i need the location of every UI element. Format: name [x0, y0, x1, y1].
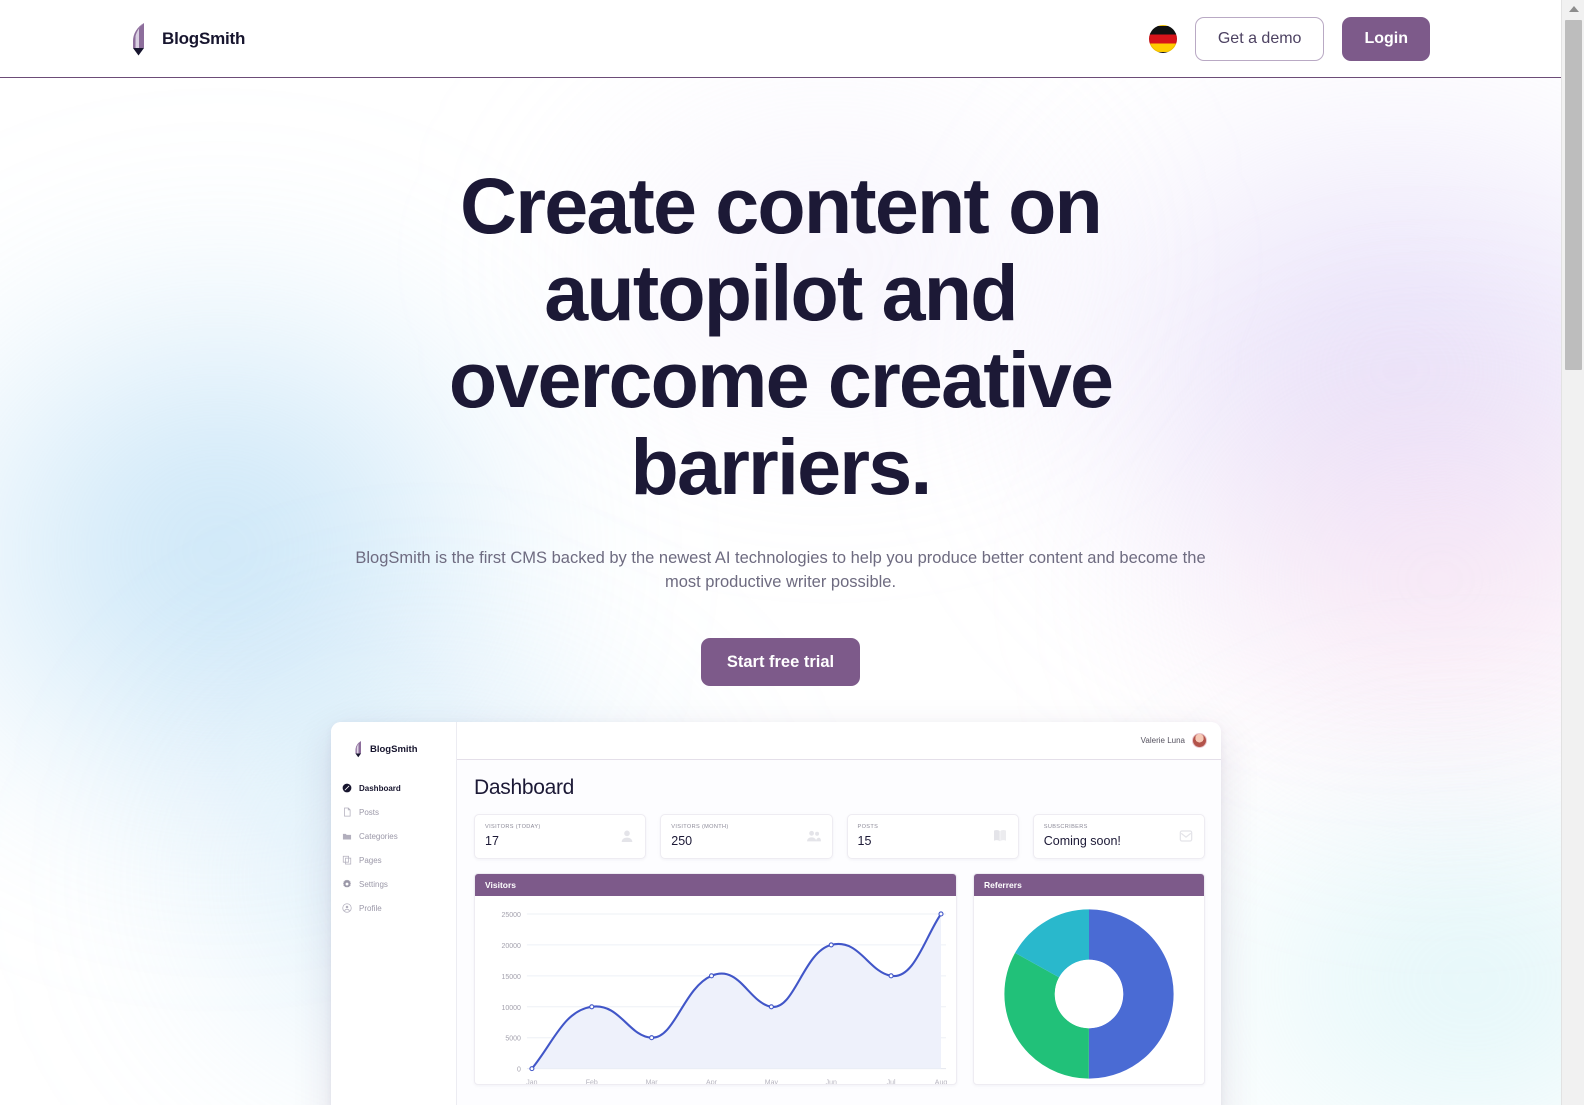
- svg-text:Feb: Feb: [586, 1080, 598, 1085]
- dashboard-content: Dashboard VISITORS (TODAY) 17 VISITORS (…: [457, 760, 1221, 1085]
- book-icon: [993, 830, 1006, 842]
- stat-card-value: 15: [857, 834, 872, 848]
- stat-card-label: VISITORS (MONTH): [671, 824, 729, 830]
- site-header: BlogSmith Get a demo Login: [0, 0, 1561, 78]
- sidebar-item-label: Posts: [359, 807, 380, 817]
- gear-icon: [343, 879, 351, 888]
- dashboard-topbar: Valerie Luna: [457, 722, 1221, 760]
- page-viewport: BlogSmith Get a demo Login Create conten…: [0, 0, 1561, 1105]
- stat-card-text: SUBSCRIBERS Coming soon!: [1044, 824, 1121, 848]
- header-actions: Get a demo Login: [1148, 16, 1430, 61]
- sidebar-item-dashboard[interactable]: Dashboard: [331, 776, 456, 800]
- visitors-chart-body: 25000 20000 15000 10000 5000 0 Jan Feb M…: [475, 896, 956, 1085]
- person-icon: [621, 830, 633, 842]
- sidebar-item-label: Categories: [359, 831, 398, 841]
- folder-icon: [342, 833, 352, 840]
- referrers-chart-body: [974, 896, 1204, 1084]
- dashboard-brand-name: BlogSmith: [370, 743, 418, 755]
- dashboard-main: Valerie Luna Dashboard VISITORS (TODAY) …: [457, 722, 1221, 1105]
- svg-text:May: May: [765, 1080, 779, 1085]
- chart-x-axis-labels: Jan Feb Mar Apr May Jun Jul Aug: [526, 1080, 948, 1085]
- german-flag-icon[interactable]: [1148, 24, 1177, 53]
- scrollbar-thumb[interactable]: [1565, 20, 1582, 370]
- svg-text:10000: 10000: [502, 1005, 522, 1012]
- dashboard-icon: [342, 783, 352, 793]
- copy-icon: [342, 855, 352, 865]
- sidebar-item-profile[interactable]: Profile: [331, 896, 456, 920]
- visitors-panel: Visitors 25000 20000 15000 10000 5000 0 …: [474, 873, 957, 1085]
- people-icon: [806, 830, 821, 842]
- file-icon: [344, 807, 351, 817]
- login-button[interactable]: Login: [1342, 16, 1430, 61]
- stat-card-text: VISITORS (MONTH) 250: [671, 824, 728, 848]
- start-free-trial-button[interactable]: Start free trial: [700, 638, 861, 686]
- svg-text:Jul: Jul: [887, 1080, 896, 1085]
- stat-card-text: POSTS 15: [858, 824, 879, 848]
- donut-hole: [1054, 959, 1124, 1029]
- stat-card-row: VISITORS (TODAY) 17 VISITORS (MONTH) 250…: [474, 814, 1205, 859]
- svg-text:20000: 20000: [502, 943, 522, 950]
- sidebar-item-categories[interactable]: Categories: [331, 824, 456, 848]
- sidebar-item-label: Dashboard: [359, 783, 401, 793]
- sidebar-item-pages[interactable]: Pages: [331, 848, 456, 872]
- sidebar-item-posts[interactable]: Posts: [331, 800, 456, 824]
- brand-logo-link[interactable]: BlogSmith: [128, 22, 245, 56]
- sidebar-item-settings[interactable]: Settings: [331, 872, 456, 896]
- stat-card-label: SUBSCRIBERS: [1043, 824, 1088, 830]
- stat-card-posts[interactable]: POSTS 15: [846, 814, 1019, 859]
- stat-card-text: VISITORS (TODAY) 17: [485, 824, 541, 848]
- referrers-panel: Referrers: [973, 873, 1205, 1085]
- stat-card-visitors-today[interactable]: VISITORS (TODAY) 17: [474, 814, 647, 859]
- stat-card-value: 250: [671, 834, 693, 848]
- sidebar-item-label: Profile: [359, 903, 382, 913]
- quill-pen-icon: [355, 741, 361, 758]
- stat-card-visitors-month[interactable]: VISITORS (MONTH) 250: [660, 814, 833, 859]
- hero-section: Create content on autopilot and overcome…: [0, 78, 1561, 686]
- visitors-panel-title: Visitors: [475, 874, 956, 896]
- referrers-donut-chart: [1004, 909, 1174, 1079]
- svg-text:Jan: Jan: [526, 1080, 537, 1085]
- sidebar-item-label: Settings: [359, 879, 388, 889]
- svg-text:Jun: Jun: [826, 1080, 837, 1085]
- svg-text:Aug: Aug: [935, 1080, 948, 1085]
- scroll-up-arrow-icon[interactable]: [1562, 0, 1584, 18]
- visitors-line-chart: 25000 20000 15000 10000 5000 0 Jan Feb M…: [502, 911, 948, 1085]
- stat-card-value: Coming soon!: [1043, 834, 1121, 848]
- svg-text:15000: 15000: [502, 974, 522, 981]
- svg-text:Apr: Apr: [706, 1080, 718, 1085]
- referrers-panel-title: Referrers: [974, 874, 1204, 896]
- get-a-demo-button[interactable]: Get a demo: [1194, 16, 1325, 61]
- dashboard-nav: Dashboard Posts Categories Pages Setting…: [331, 776, 456, 920]
- user-circle-icon: [342, 903, 352, 913]
- page-root: BlogSmith Get a demo Login Create conten…: [0, 0, 1584, 1105]
- inbox-envelope-icon: [1179, 830, 1193, 842]
- hero-subtitle: BlogSmith is the first CMS backed by the…: [355, 549, 1206, 591]
- avatar[interactable]: [1192, 733, 1207, 748]
- dashboard-page-title: Dashboard: [474, 776, 575, 799]
- dashboard-brand: BlogSmith: [331, 734, 456, 758]
- chart-y-axis-labels: 25000 20000 15000 10000 5000 0: [502, 912, 522, 1074]
- chart-area-fill: [531, 913, 942, 1069]
- svg-text:25000: 25000: [502, 912, 522, 919]
- vertical-scrollbar[interactable]: [1561, 0, 1584, 1105]
- stat-card-value: 17: [485, 834, 499, 848]
- svg-text:0: 0: [517, 1067, 521, 1074]
- svg-text:Mar: Mar: [646, 1080, 659, 1085]
- user-name: Valerie Luna: [1140, 736, 1185, 745]
- stat-card-label: POSTS: [857, 824, 879, 830]
- brand-name: BlogSmith: [162, 28, 246, 48]
- dashboard-panels: Visitors 25000 20000 15000 10000 5000 0 …: [474, 873, 1205, 1085]
- svg-text:5000: 5000: [505, 1036, 521, 1043]
- page-title: Create content on autopilot and overcome…: [448, 161, 1114, 511]
- sidebar-item-label: Pages: [359, 855, 382, 865]
- quill-pen-icon: [133, 22, 144, 55]
- hero-cta-wrap: Start free trial: [0, 638, 1561, 686]
- stat-card-subscribers[interactable]: SUBSCRIBERS Coming soon!: [1032, 814, 1205, 859]
- stat-card-label: VISITORS (TODAY): [485, 824, 541, 830]
- dashboard-preview: BlogSmith Dashboard Posts Categories Pag…: [331, 722, 1221, 1105]
- dashboard-sidebar: BlogSmith Dashboard Posts Categories Pag…: [331, 722, 457, 1105]
